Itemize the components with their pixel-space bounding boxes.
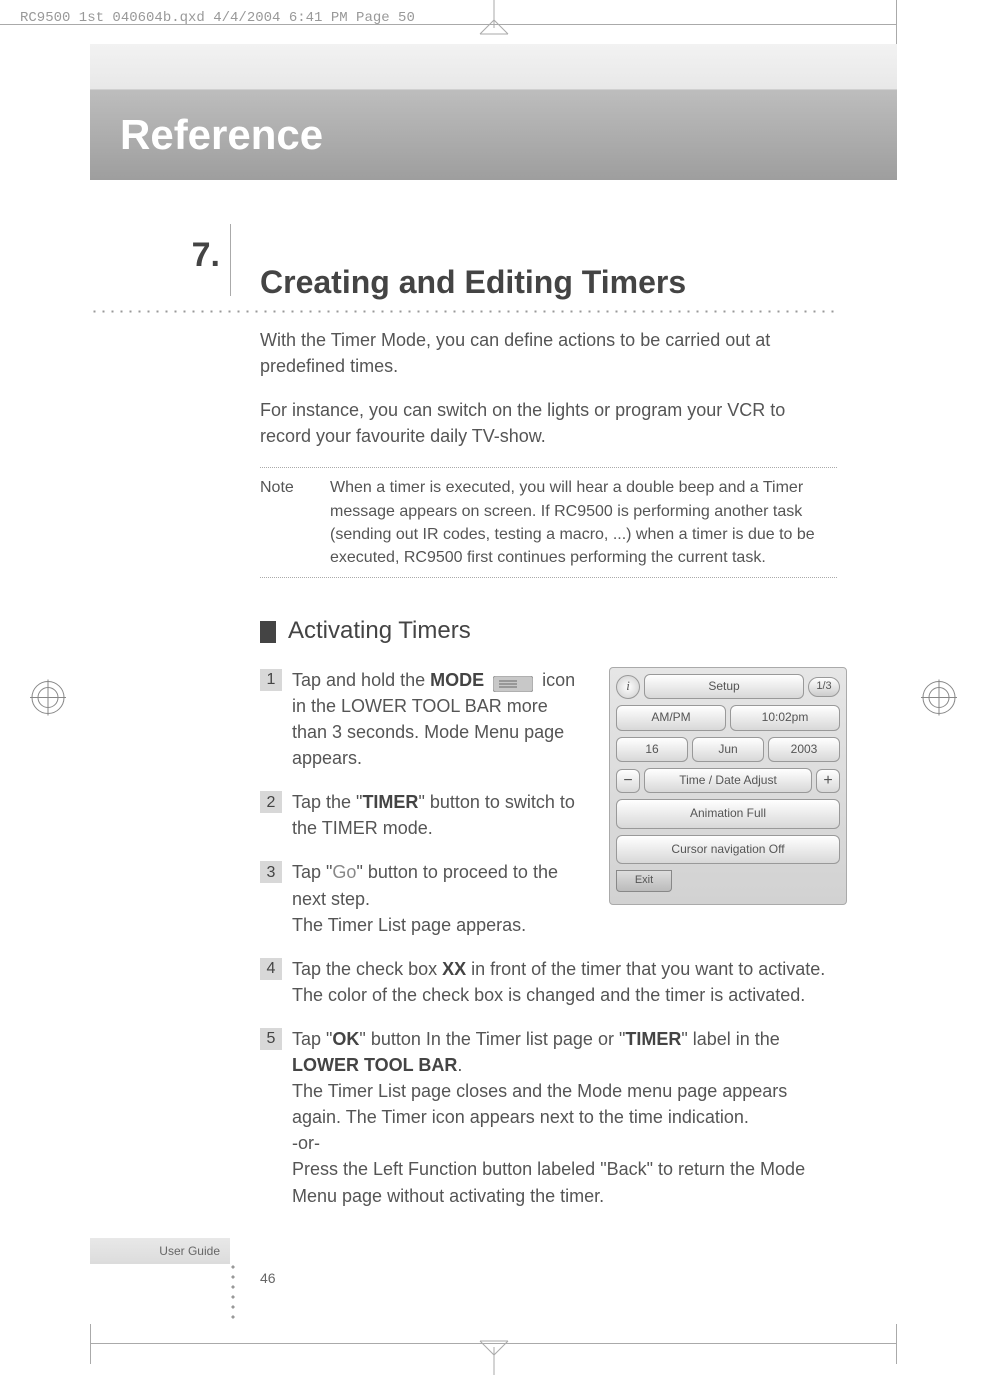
- step-5: 5 Tap "OK" button In the Timer list page…: [260, 1026, 837, 1209]
- note-box: Note When a timer is executed, you will …: [260, 467, 837, 578]
- pager-badge: 1/3: [808, 677, 840, 697]
- body-column: With the Timer Mode, you can define acti…: [260, 327, 837, 1209]
- steps-list: i Setup 1/3 AM/PM 10:02pm 16 Jun 2003: [260, 667, 837, 1209]
- step-number: 2: [260, 791, 282, 813]
- exit-button: Exit: [616, 870, 672, 892]
- crop-line: [896, 1324, 897, 1364]
- intro-paragraph: For instance, you can switch on the ligh…: [260, 397, 837, 449]
- crop-line: [0, 24, 897, 25]
- registration-mark-icon: [30, 680, 66, 721]
- day-value: 16: [616, 737, 688, 762]
- time-date-adjust: Time / Date Adjust: [644, 768, 812, 793]
- subheading-row: Activating Timers: [260, 614, 837, 649]
- fold-mark-icon: [474, 0, 514, 49]
- note-label: Note: [260, 476, 330, 569]
- crop-line: [896, 0, 897, 44]
- fold-mark-icon: [474, 1331, 514, 1380]
- header-gradient: [90, 44, 897, 90]
- subheading: Activating Timers: [288, 614, 471, 649]
- footer-dots: [230, 1262, 236, 1322]
- step-number: 5: [260, 1028, 282, 1050]
- step-text: Tap the check box XX in front of the tim…: [292, 956, 837, 1008]
- chapter-title-band: Reference: [90, 90, 897, 180]
- setup-label: Setup: [644, 674, 804, 699]
- year-value: 2003: [768, 737, 840, 762]
- header-band: Reference: [90, 44, 897, 204]
- page-number: 46: [260, 1270, 276, 1286]
- footer-tab: User Guide: [90, 1238, 230, 1264]
- plus-icon: +: [816, 769, 840, 793]
- step-number: 3: [260, 861, 282, 883]
- step-number: 4: [260, 958, 282, 980]
- dotted-rule: [90, 307, 837, 313]
- info-icon: i: [616, 675, 640, 699]
- registration-mark-icon: [921, 680, 957, 721]
- crop-line: [90, 1324, 91, 1364]
- chapter-title: Reference: [120, 111, 323, 159]
- step-number: 1: [260, 669, 282, 691]
- intro-paragraph: With the Timer Mode, you can define acti…: [260, 327, 837, 379]
- mode-icon: [493, 673, 533, 689]
- bullet-square-icon: [260, 621, 276, 643]
- cursor-nav-button: Cursor navigation Off: [616, 835, 840, 864]
- note-text: When a timer is executed, you will hear …: [330, 476, 837, 569]
- page-content: Reference 7. Creating and Editing Timers…: [90, 44, 897, 1364]
- animation-button: Animation Full: [616, 799, 840, 828]
- content-area: 7. Creating and Editing Timers With the …: [90, 204, 897, 1209]
- section-title: Creating and Editing Timers: [260, 234, 837, 301]
- section-number: 7.: [150, 236, 220, 275]
- step-4: 4 Tap the check box XX in front of the t…: [260, 956, 837, 1008]
- ampm-button: AM/PM: [616, 705, 726, 730]
- crop-line: [90, 1343, 897, 1344]
- month-value: Jun: [692, 737, 764, 762]
- step-text: Tap "OK" button In the Timer list page o…: [292, 1026, 837, 1209]
- minus-icon: −: [616, 769, 640, 793]
- divider-line: [230, 224, 231, 296]
- time-value: 10:02pm: [730, 705, 840, 730]
- device-screenshot: i Setup 1/3 AM/PM 10:02pm 16 Jun 2003: [609, 667, 847, 905]
